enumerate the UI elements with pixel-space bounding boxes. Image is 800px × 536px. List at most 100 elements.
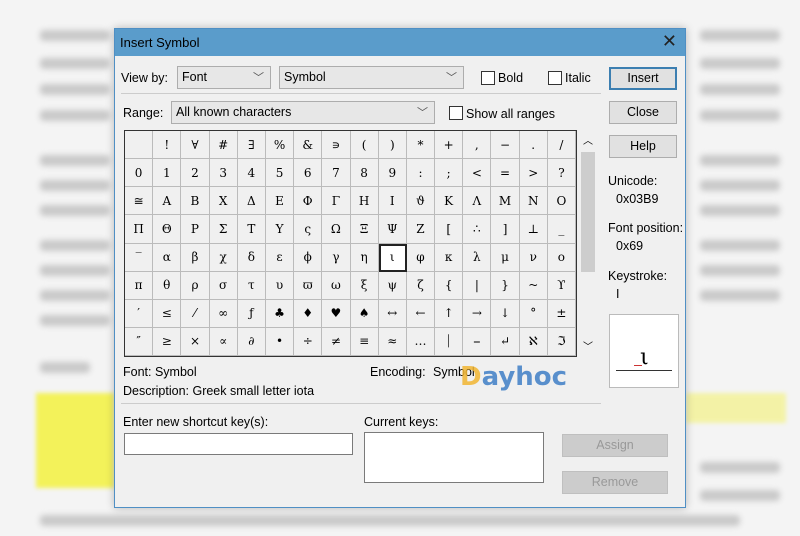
symbol-cell[interactable]: ο (547, 243, 576, 272)
symbol-cell[interactable]: − (491, 131, 520, 160)
symbol-cell[interactable]: Κ (435, 187, 464, 216)
symbol-cell[interactable]: ⎯ (463, 327, 492, 356)
symbol-grid[interactable]: ! ∀ # ∃% & ∍() * +, −./ 0 1 2 3 4 5 6 7 8 9:; < = >? ≅ Α Β Χ Δ Ε Φ Γ Η… (124, 130, 577, 357)
symbol-cell[interactable]: Μ (491, 187, 520, 216)
symbol-cell[interactable]: ∃ (237, 131, 266, 160)
assign-button[interactable]: Assign (562, 434, 668, 457)
symbol-cell[interactable]: ∴ (463, 215, 492, 244)
show-all-ranges-checkbox[interactable] (449, 106, 463, 120)
range-select[interactable]: All known characters ﹀ (171, 101, 435, 124)
symbol-cell[interactable]: ε (265, 243, 295, 272)
symbol-cell[interactable]: Υ (265, 215, 295, 244)
symbol-cell[interactable]: ξ (350, 271, 379, 300)
symbol-cell[interactable]: ′ (125, 299, 154, 328)
symbol-cell[interactable]: ♠ (350, 299, 379, 328)
symbol-cell[interactable]: ≈ (378, 327, 407, 356)
symbol-cell[interactable]: ; (435, 159, 464, 188)
symbol-cell[interactable]: ℵ (519, 327, 548, 356)
remove-button[interactable]: Remove (562, 471, 668, 494)
symbol-cell[interactable]: ] (491, 215, 520, 244)
symbol-cell[interactable]: ± (547, 299, 576, 328)
symbol-cell[interactable]: ∞ (209, 299, 238, 328)
symbol-cell[interactable]: 1 (153, 159, 182, 188)
symbol-cell[interactable]: 3 (209, 159, 238, 188)
symbol-cell[interactable]: ÷ (294, 327, 323, 356)
symbol-cell[interactable]: > (519, 159, 548, 188)
symbol-cell[interactable]: Ψ (378, 215, 407, 244)
symbol-cell[interactable]: ζ (406, 271, 436, 300)
symbol-cell[interactable]: Π (125, 215, 154, 244)
symbol-cell[interactable]: • (265, 327, 295, 356)
symbol-cell[interactable]: ⁄ (181, 299, 210, 328)
symbol-cell[interactable]: ♦ (294, 299, 323, 328)
bold-checkbox[interactable] (481, 71, 495, 85)
symbol-cell[interactable]: ρ (181, 271, 210, 300)
symbol-cell[interactable]: β (181, 243, 210, 272)
symbol-cell[interactable]: ( (350, 131, 379, 160)
symbol-cell[interactable]: → (463, 299, 492, 328)
symbol-cell[interactable]: ϖ (294, 271, 323, 300)
symbol-cell[interactable]: ϕ (294, 243, 323, 272)
symbol-cell[interactable]: ° (519, 299, 548, 328)
symbol-cell[interactable]: ♥ (322, 299, 351, 328)
symbol-cell[interactable]: ψ (378, 271, 407, 300)
symbol-cell[interactable]: ι (378, 243, 407, 272)
symbol-cell[interactable]: ω (322, 271, 351, 300)
symbol-cell[interactable]: = (491, 159, 520, 188)
italic-checkbox[interactable] (548, 71, 562, 85)
insert-button[interactable]: Insert (609, 67, 677, 90)
symbol-cell[interactable]: ϑ (406, 187, 436, 216)
symbol-cell[interactable]: ″ (125, 327, 154, 356)
symbol-cell[interactable] (125, 131, 154, 160)
symbol-cell[interactable]: ↑ (435, 299, 464, 328)
symbol-cell[interactable]: ‾ (125, 243, 154, 272)
symbol-cell[interactable]: [ (435, 215, 464, 244)
symbol-cell[interactable]: μ (491, 243, 520, 272)
symbol-cell[interactable]: ∂ (237, 327, 266, 356)
shortcut-input[interactable] (124, 433, 353, 455)
symbol-cell[interactable]: ≡ (350, 327, 379, 356)
symbol-cell[interactable]: η (350, 243, 379, 272)
symbol-cell[interactable]: φ (406, 243, 436, 272)
symbol-cell[interactable]: ← (406, 299, 436, 328)
symbol-cell[interactable]: Ξ (350, 215, 379, 244)
symbol-cell[interactable]: χ (209, 243, 238, 272)
symbol-cell[interactable]: } (491, 271, 520, 300)
symbol-cell[interactable]: Γ (322, 187, 351, 216)
symbol-cell[interactable]: / (547, 131, 576, 160)
symbol-cell[interactable]: Δ (237, 187, 266, 216)
symbol-cell[interactable]: ) (378, 131, 407, 160)
symbol-cell[interactable]: ϒ (547, 271, 576, 300)
close-button[interactable]: Close (609, 101, 677, 124)
symbol-cell[interactable]: Τ (237, 215, 266, 244)
symbol-cell[interactable]: ≤ (153, 299, 182, 328)
symbol-cell[interactable]: Ε (265, 187, 295, 216)
symbol-cell[interactable]: Χ (209, 187, 238, 216)
symbol-cell[interactable]: 2 (181, 159, 210, 188)
view-by-select[interactable]: Font ﹀ (177, 66, 271, 89)
symbol-cell[interactable]: : (406, 159, 436, 188)
symbol-cell[interactable]: ≅ (125, 187, 154, 216)
symbol-cell[interactable]: ♣ (265, 299, 295, 328)
symbol-cell[interactable]: ℑ (547, 327, 576, 356)
symbol-cell[interactable]: × (181, 327, 210, 356)
symbol-cell[interactable]: ≥ (153, 327, 182, 356)
symbol-cell[interactable]: ↔ (378, 299, 407, 328)
close-icon[interactable]: ✕ (662, 31, 677, 52)
scrollbar[interactable]: ︿ ﹀ (578, 130, 598, 357)
symbol-cell[interactable]: Ρ (181, 215, 210, 244)
symbol-cell[interactable]: | (463, 271, 492, 300)
symbol-cell[interactable]: Ι (378, 187, 407, 216)
symbol-cell[interactable]: ? (547, 159, 576, 188)
symbol-cell[interactable]: ↓ (491, 299, 520, 328)
symbol-cell[interactable]: θ (153, 271, 182, 300)
symbol-cell[interactable]: * (406, 131, 436, 160)
symbol-cell[interactable]: Β (181, 187, 210, 216)
symbol-cell[interactable]: , (463, 131, 492, 160)
symbol-cell[interactable]: ∝ (209, 327, 238, 356)
symbol-cell[interactable]: Λ (463, 187, 492, 216)
symbol-cell[interactable]: ↵ (491, 327, 520, 356)
symbol-cell[interactable]: 6 (294, 159, 323, 188)
symbol-cell[interactable]: ƒ (237, 299, 266, 328)
symbol-cell[interactable]: γ (322, 243, 351, 272)
